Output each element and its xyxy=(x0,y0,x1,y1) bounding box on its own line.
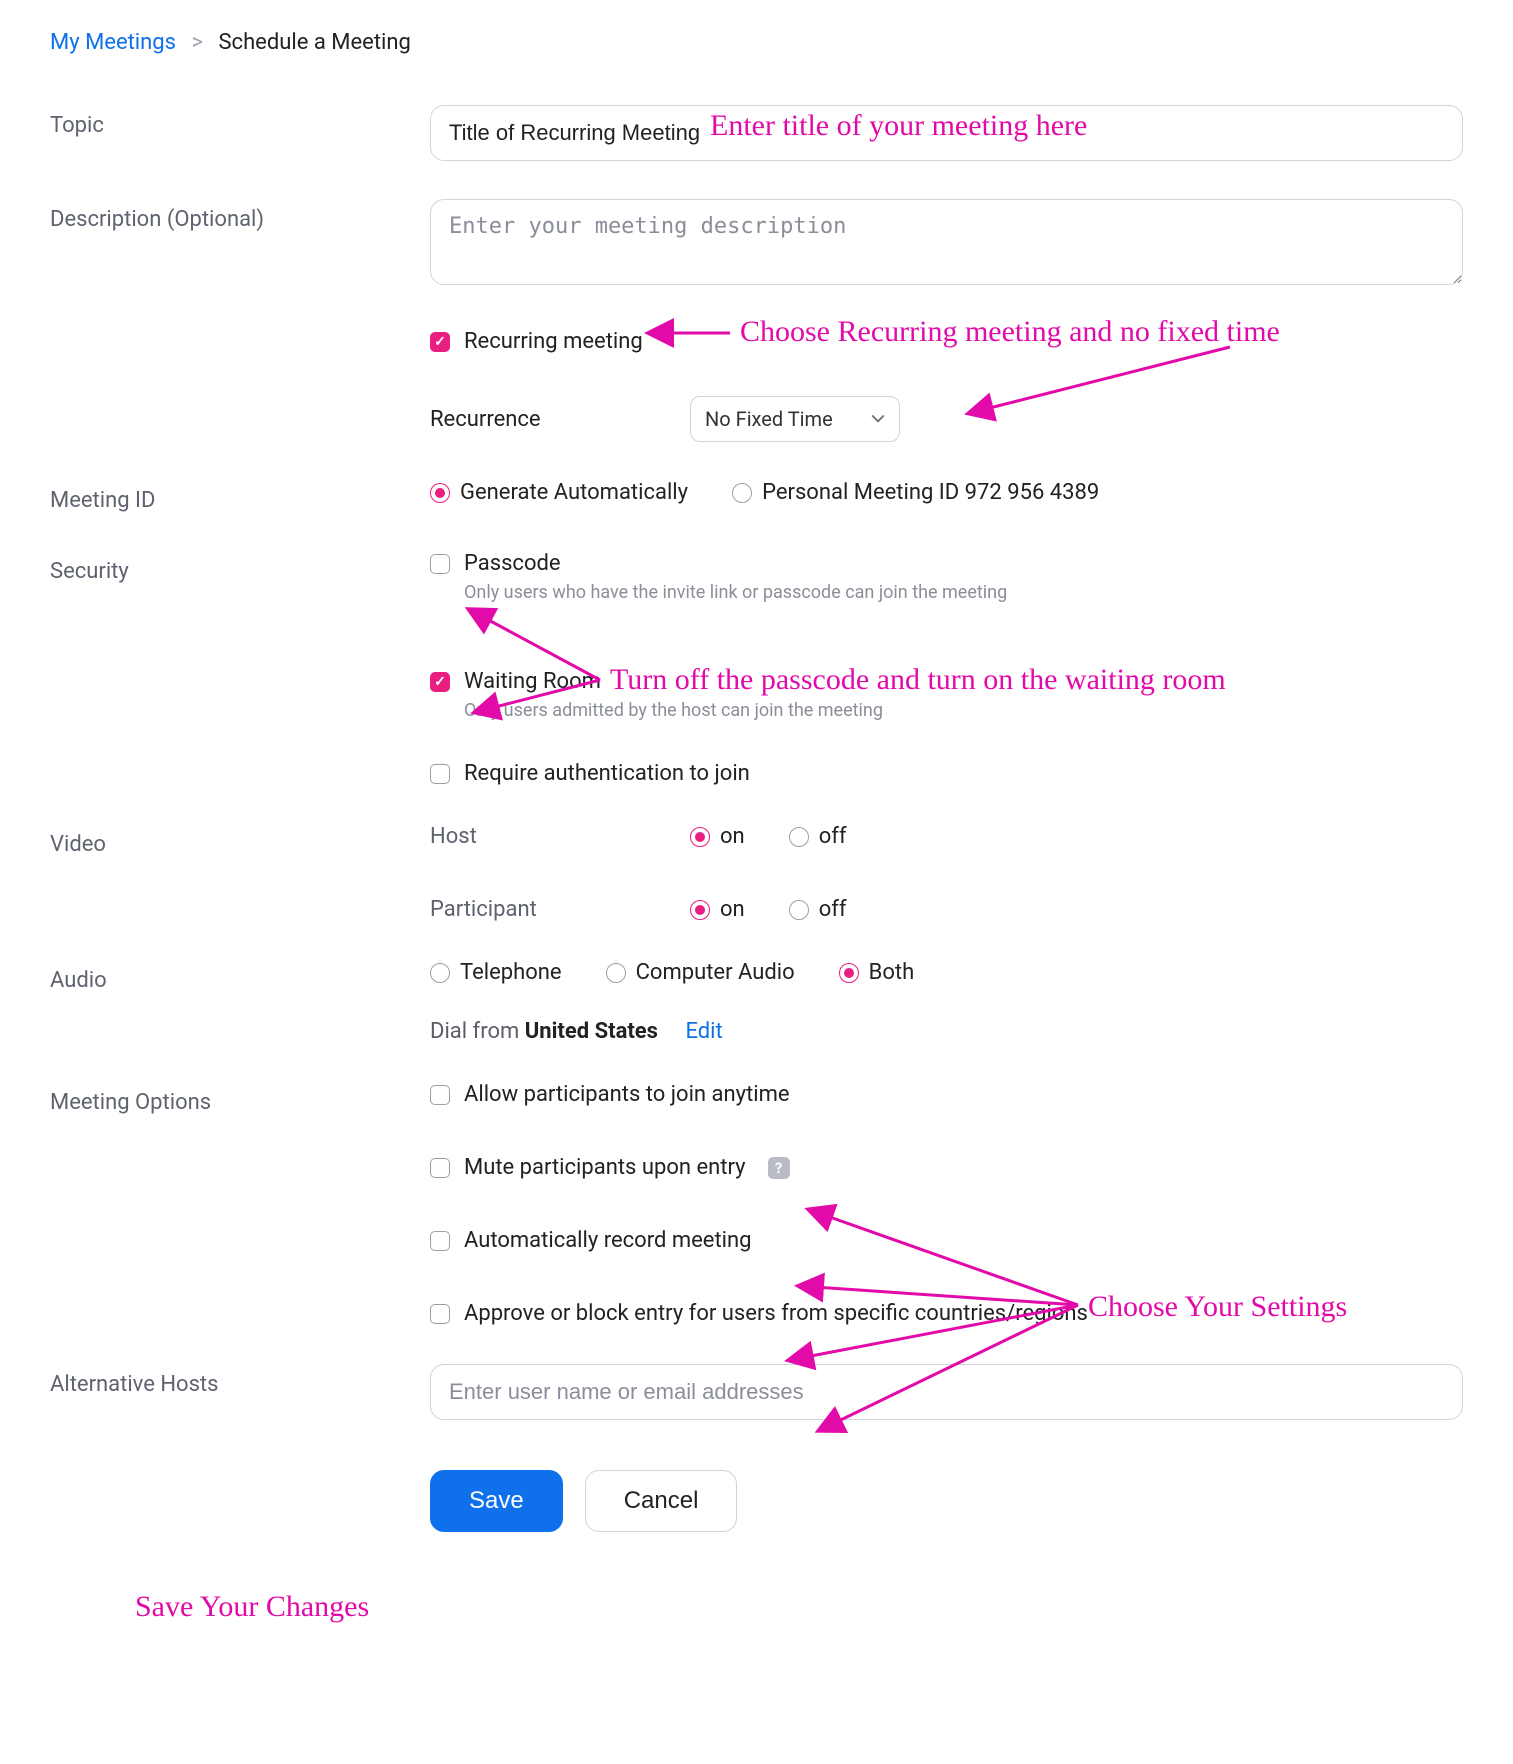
radio-video-host-on[interactable]: on xyxy=(690,824,745,849)
passcode-hint: Only users who have the invite link or p… xyxy=(464,582,1463,603)
recurrence-select[interactable]: No Fixed Time xyxy=(690,396,900,442)
label-description: Description (Optional) xyxy=(50,199,430,232)
description-input[interactable] xyxy=(430,199,1463,285)
video-participant-label: Participant xyxy=(430,897,690,922)
annotation-save-hint: Save Your Changes xyxy=(135,1590,369,1624)
radio-personal-meeting-id[interactable]: Personal Meeting ID 972 956 4389 xyxy=(732,480,1099,505)
radio-icon xyxy=(430,483,450,503)
audio-computer-label: Computer Audio xyxy=(636,960,795,985)
radio-icon xyxy=(789,827,809,847)
require-auth-label: Require authentication to join xyxy=(464,761,750,786)
topic-input[interactable] xyxy=(430,105,1463,161)
breadcrumb-separator: > xyxy=(192,30,204,55)
radio-audio-both[interactable]: Both xyxy=(839,960,915,985)
radio-video-participant-on[interactable]: on xyxy=(690,897,745,922)
recurrence-value: No Fixed Time xyxy=(705,407,833,431)
save-button[interactable]: Save xyxy=(430,1470,563,1532)
option-auto-record[interactable]: Automatically record meeting xyxy=(430,1228,1463,1253)
label-video: Video xyxy=(50,824,430,857)
dial-edit-link[interactable]: Edit xyxy=(685,1019,722,1044)
recurrence-label: Recurrence xyxy=(430,407,690,432)
radio-video-participant-off[interactable]: off xyxy=(789,897,847,922)
radio-icon xyxy=(606,963,626,983)
audio-both-label: Both xyxy=(869,960,915,985)
video-host-label: Host xyxy=(430,824,690,849)
audio-telephone-label: Telephone xyxy=(460,960,562,985)
radio-video-host-off[interactable]: off xyxy=(789,824,847,849)
option-mute-on-entry[interactable]: Mute participants upon entry ? xyxy=(430,1155,1463,1180)
label-security: Security xyxy=(50,551,430,584)
radio-icon xyxy=(690,827,710,847)
checkbox-icon xyxy=(430,1231,450,1251)
waiting-room-hint: Only users admitted by the host can join… xyxy=(464,700,1463,721)
radio-icon xyxy=(789,900,809,920)
breadcrumb: My Meetings > Schedule a Meeting xyxy=(50,30,1463,55)
dial-from-country: United States xyxy=(525,1019,658,1044)
dial-from-prefix: Dial from xyxy=(430,1019,525,1044)
radio-audio-computer[interactable]: Computer Audio xyxy=(606,960,795,985)
radio-generate-automatically[interactable]: Generate Automatically xyxy=(430,480,688,505)
radio-icon xyxy=(839,963,859,983)
passcode-checkbox[interactable]: Passcode xyxy=(430,551,1463,576)
waiting-room-label: Waiting Room xyxy=(464,669,601,694)
video-on-label: on xyxy=(720,897,745,922)
breadcrumb-current: Schedule a Meeting xyxy=(218,30,410,55)
checkbox-icon xyxy=(430,1304,450,1324)
waiting-room-checkbox[interactable]: Waiting Room xyxy=(430,669,1463,694)
option-geo-block-label: Approve or block entry for users from sp… xyxy=(464,1301,1088,1326)
option-join-anytime-label: Allow participants to join anytime xyxy=(464,1082,790,1107)
checkbox-icon xyxy=(430,672,450,692)
help-icon[interactable]: ? xyxy=(768,1157,790,1179)
cancel-button[interactable]: Cancel xyxy=(585,1470,738,1532)
label-alt-hosts: Alternative Hosts xyxy=(50,1364,430,1397)
label-meeting-options: Meeting Options xyxy=(50,1082,430,1115)
dial-from-text: Dial from United States Edit xyxy=(430,1019,1463,1044)
checkbox-icon xyxy=(430,1085,450,1105)
radio-generate-label: Generate Automatically xyxy=(460,480,688,505)
checkbox-icon xyxy=(430,764,450,784)
alt-hosts-input[interactable] xyxy=(430,1364,1463,1420)
video-off-label: off xyxy=(819,824,847,849)
label-meeting-id: Meeting ID xyxy=(50,480,430,513)
checkbox-icon xyxy=(430,1158,450,1178)
video-on-label: on xyxy=(720,824,745,849)
checkbox-icon xyxy=(430,554,450,574)
chevron-down-icon xyxy=(871,412,885,426)
radio-icon xyxy=(732,483,752,503)
option-join-anytime[interactable]: Allow participants to join anytime xyxy=(430,1082,1463,1107)
checkbox-icon xyxy=(430,332,450,352)
recurring-meeting-checkbox[interactable]: Recurring meeting xyxy=(430,329,1463,354)
radio-icon xyxy=(690,900,710,920)
radio-audio-telephone[interactable]: Telephone xyxy=(430,960,562,985)
option-geo-block[interactable]: Approve or block entry for users from sp… xyxy=(430,1301,1463,1326)
radio-icon xyxy=(430,963,450,983)
video-off-label: off xyxy=(819,897,847,922)
option-auto-record-label: Automatically record meeting xyxy=(464,1228,752,1253)
recurring-meeting-label: Recurring meeting xyxy=(464,329,643,354)
breadcrumb-my-meetings[interactable]: My Meetings xyxy=(50,30,176,55)
label-topic: Topic xyxy=(50,105,430,138)
option-mute-on-entry-label: Mute participants upon entry xyxy=(464,1155,746,1180)
label-audio: Audio xyxy=(50,960,430,993)
passcode-label: Passcode xyxy=(464,551,561,576)
require-auth-checkbox[interactable]: Require authentication to join xyxy=(430,761,1463,786)
radio-personal-label: Personal Meeting ID 972 956 4389 xyxy=(762,480,1099,505)
